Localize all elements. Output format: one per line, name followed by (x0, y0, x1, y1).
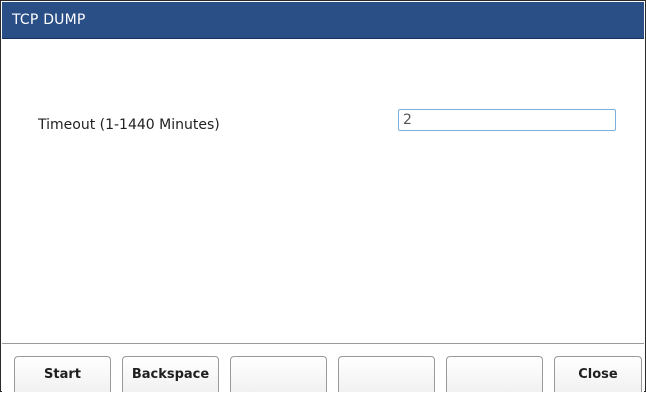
start-button[interactable]: Start (14, 356, 111, 392)
title-bar: TCP DUMP (2, 2, 644, 39)
screen-title: TCP DUMP (12, 12, 86, 28)
close-button[interactable]: Close (554, 356, 642, 392)
timeout-input[interactable] (398, 109, 616, 131)
timeout-label: Timeout (1-1440 Minutes) (38, 117, 220, 133)
screen-frame: TCP DUMP Timeout (1-1440 Minutes) Start … (0, 0, 646, 393)
backspace-button[interactable]: Backspace (122, 356, 219, 392)
content-area: Timeout (1-1440 Minutes) (2, 39, 644, 343)
softkey-4-empty[interactable] (338, 356, 435, 392)
softkey-5-empty[interactable] (446, 356, 543, 392)
softkey-3-empty[interactable] (230, 356, 327, 392)
softkey-bar: Start Backspace Close (2, 343, 644, 393)
